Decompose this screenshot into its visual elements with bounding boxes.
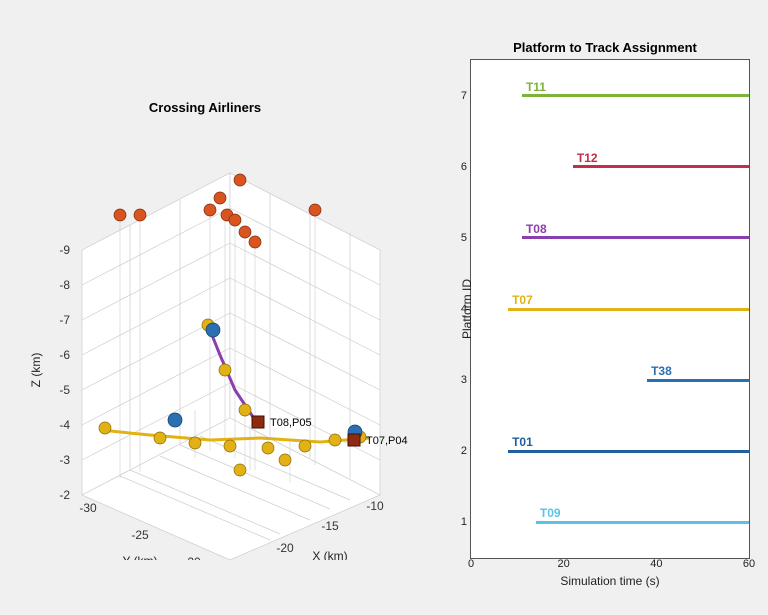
matlab-figure: Crossing Airliners bbox=[0, 0, 768, 615]
axes-3d-canvas[interactable]: -9 -8 -7 -6 -5 -4 -3 -2 Z (km) -25 -20 -… bbox=[30, 120, 430, 560]
x-axis-label: Simulation time (s) bbox=[471, 574, 749, 588]
svg-text:-3: -3 bbox=[59, 453, 70, 467]
svg-text:-10: -10 bbox=[366, 499, 384, 513]
x-tick: 0 bbox=[468, 558, 474, 570]
y-tick: 6 bbox=[461, 161, 467, 173]
x-axis-label: X (km) bbox=[312, 549, 347, 560]
x-tick: 20 bbox=[558, 558, 570, 570]
track-line-t12 bbox=[573, 165, 749, 168]
svg-text:-9: -9 bbox=[59, 243, 70, 257]
track-label-t12: T12 bbox=[577, 151, 598, 165]
track-label-t08: T08 bbox=[526, 222, 547, 236]
annotation-t08-p05: T08,P05 bbox=[270, 417, 312, 429]
svg-text:-6: -6 bbox=[59, 348, 70, 362]
track-line-t08 bbox=[522, 236, 749, 239]
y-axis-label: Platform ID bbox=[460, 279, 474, 339]
y-axis-label: Y (km) bbox=[122, 554, 157, 560]
track-line-t38 bbox=[647, 379, 749, 382]
svg-text:-15: -15 bbox=[321, 519, 339, 533]
x-tick: 40 bbox=[650, 558, 662, 570]
axes-3d-title: Crossing Airliners bbox=[30, 100, 380, 115]
svg-text:-2: -2 bbox=[59, 488, 70, 502]
axes-2d-title: Platform to Track Assignment bbox=[460, 40, 750, 55]
svg-text:-20: -20 bbox=[276, 541, 294, 555]
track-label-t01: T01 bbox=[512, 435, 533, 449]
axes-3d-crossing-airliners[interactable]: Crossing Airliners bbox=[30, 100, 430, 560]
svg-text:-7: -7 bbox=[59, 313, 70, 327]
track-line-t11 bbox=[522, 94, 749, 97]
track-line-t01 bbox=[508, 450, 749, 453]
track-label-t07: T07 bbox=[512, 293, 533, 307]
svg-text:-5: -5 bbox=[59, 383, 70, 397]
y-tick: 5 bbox=[461, 232, 467, 244]
x-tick: 60 bbox=[743, 558, 755, 570]
track-line-t09 bbox=[536, 521, 749, 524]
y-tick: 1 bbox=[461, 516, 467, 528]
y-tick: 7 bbox=[461, 90, 467, 102]
track-label-t09: T09 bbox=[540, 506, 561, 520]
x-axis: Simulation time (s) 0204060 bbox=[471, 558, 749, 574]
z-axis-label: Z (km) bbox=[30, 353, 43, 388]
svg-text:-25: -25 bbox=[131, 528, 149, 542]
y-tick: 2 bbox=[461, 445, 467, 457]
svg-text:-20: -20 bbox=[183, 555, 201, 560]
annotation-t07-p04: T07,P04 bbox=[366, 435, 408, 447]
y-tick: 3 bbox=[461, 374, 467, 386]
z-ticks: -9 -8 -7 -6 -5 -4 -3 -2 bbox=[59, 243, 70, 502]
axes-2d-track-assignment[interactable]: Platform to Track Assignment 1234567 Pla… bbox=[460, 40, 750, 595]
track-label-t38: T38 bbox=[651, 364, 672, 378]
track-label-t11: T11 bbox=[526, 80, 546, 94]
svg-text:-4: -4 bbox=[59, 418, 70, 432]
svg-text:-30: -30 bbox=[79, 501, 97, 515]
svg-text:-8: -8 bbox=[59, 278, 70, 292]
track-line-t07 bbox=[508, 308, 749, 311]
plot-2d-area[interactable]: 1234567 Platform ID Simulation time (s) … bbox=[470, 59, 750, 559]
